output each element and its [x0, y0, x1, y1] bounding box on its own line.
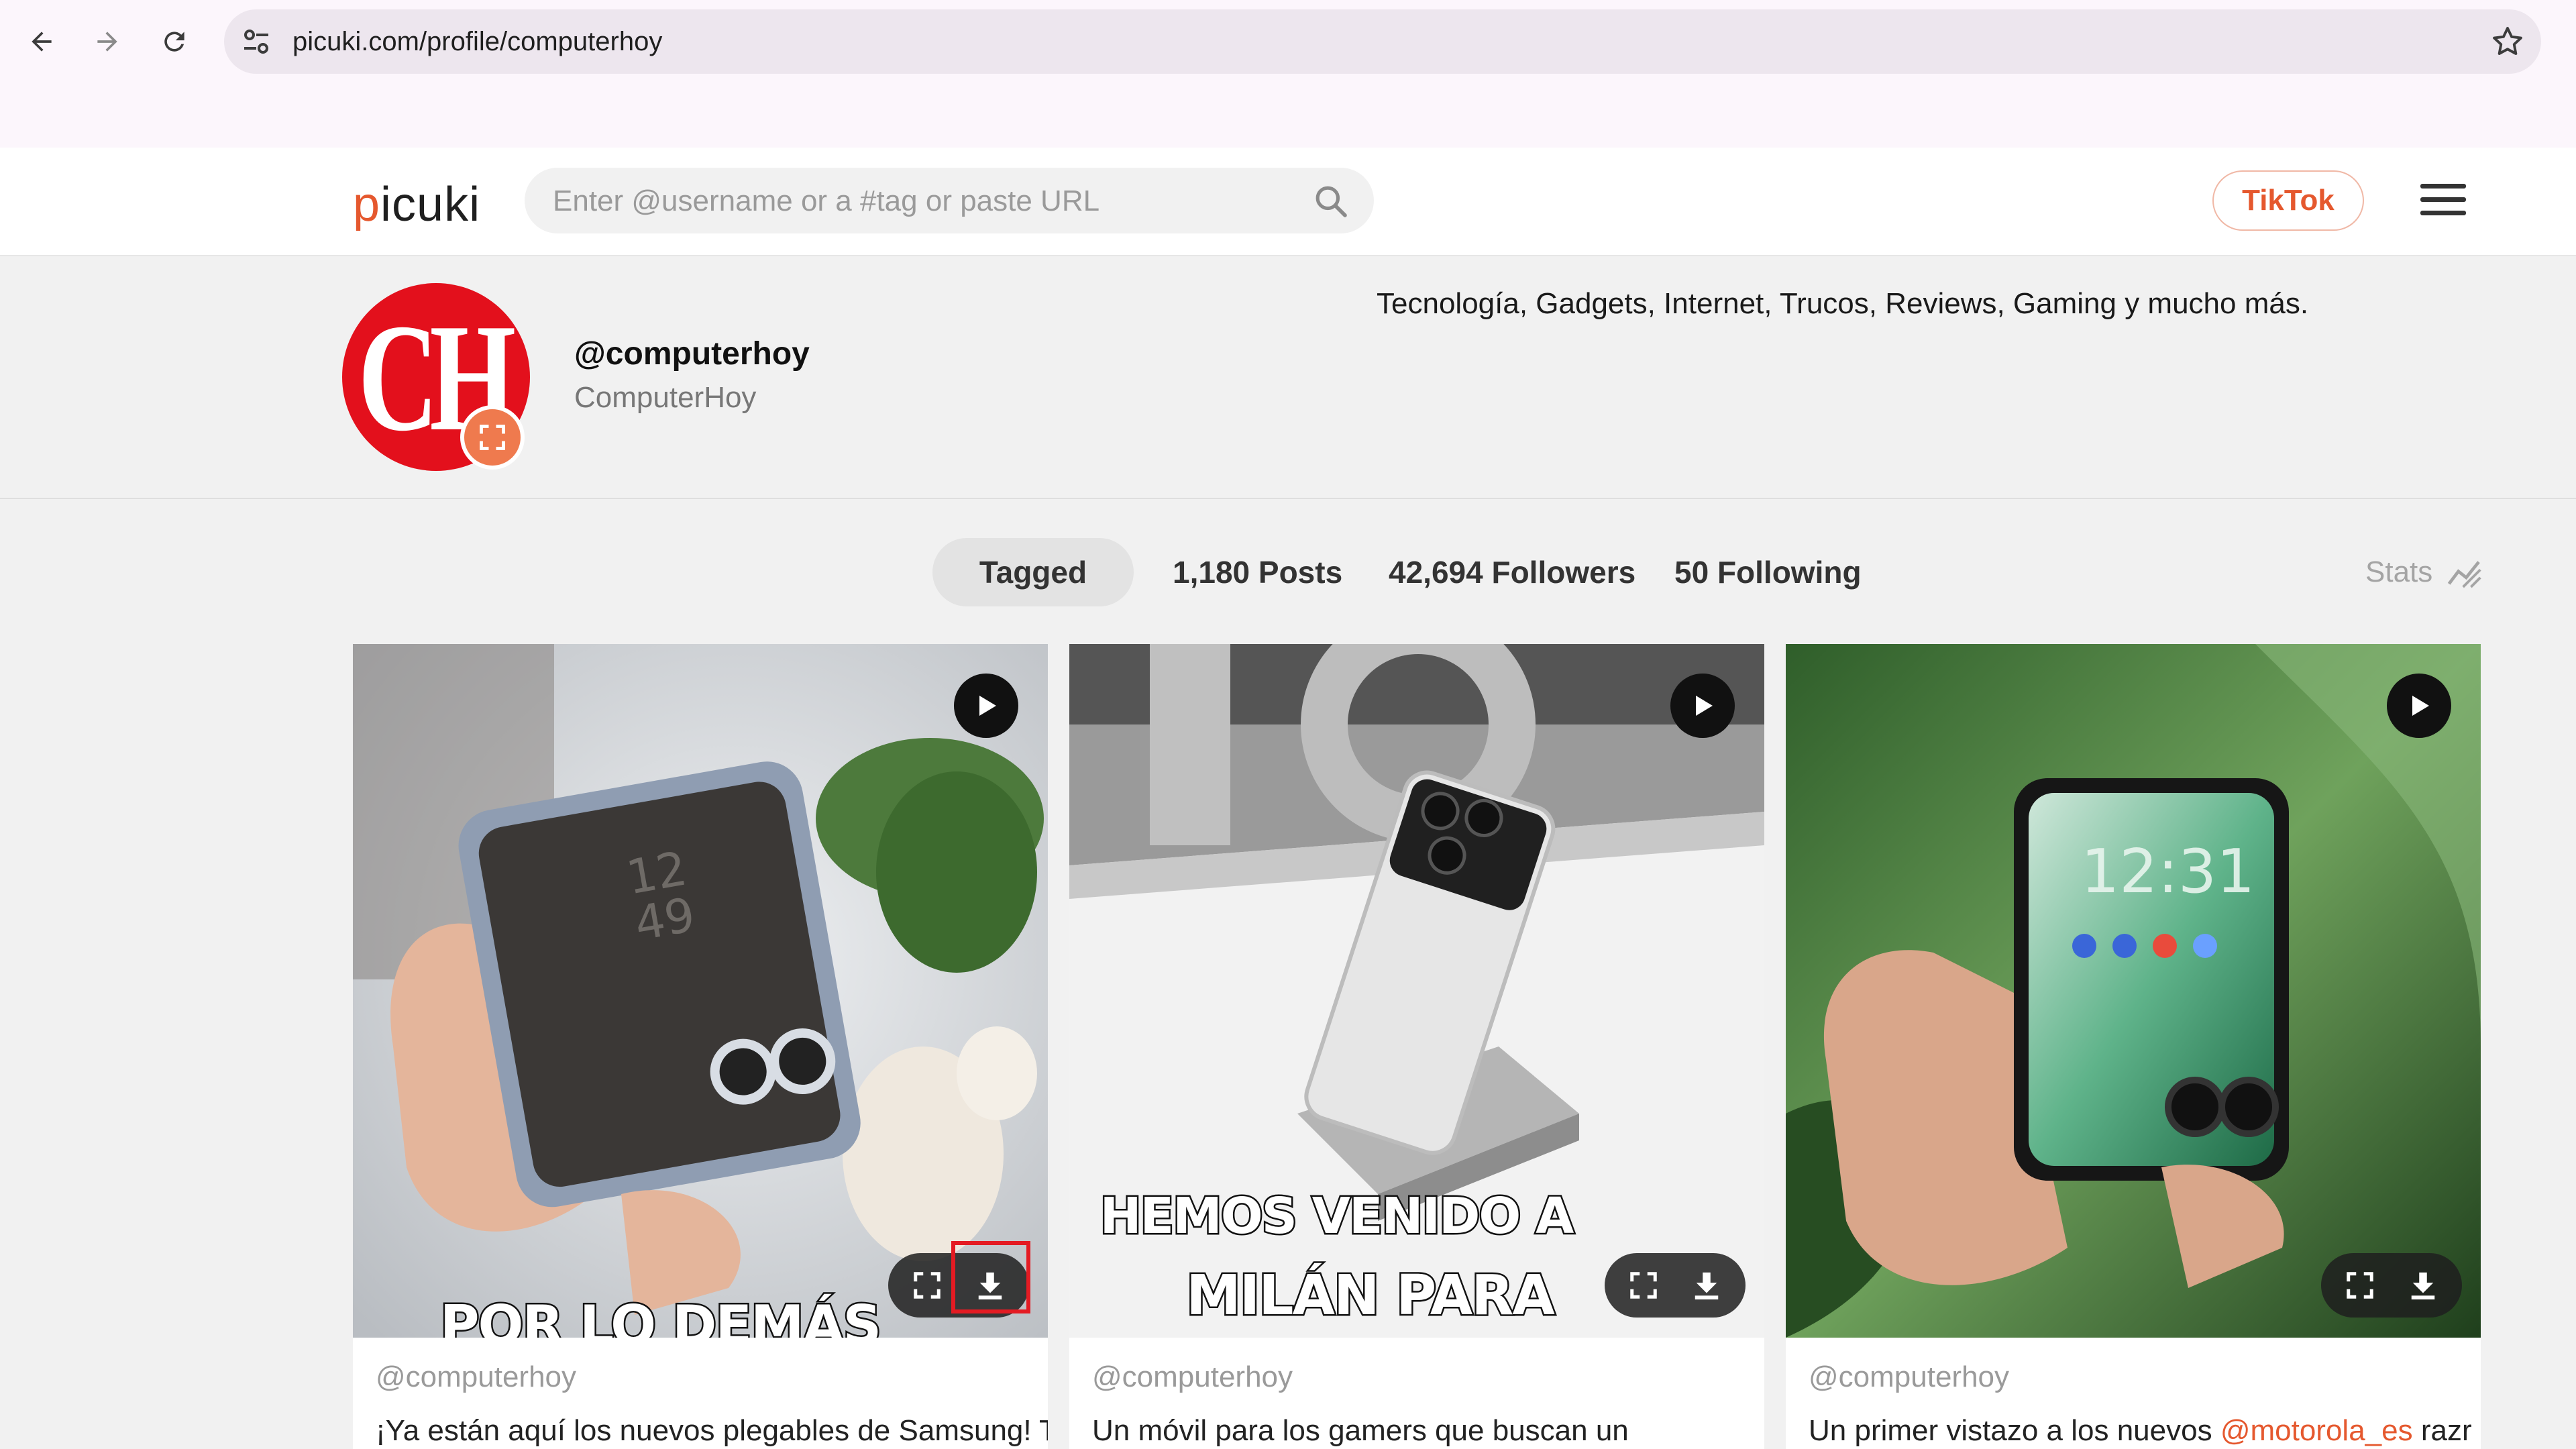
hamburger-menu-icon[interactable] [2420, 184, 2466, 219]
tiktok-button[interactable]: TikTok [2212, 170, 2364, 231]
reload-button[interactable] [153, 20, 196, 63]
followers-count[interactable]: 42,694 Followers [1389, 538, 1635, 606]
stats-link[interactable]: Stats [2365, 538, 2432, 606]
post-card[interactable]: 12:31 @computerhoy Un primer vistazo a l… [1786, 644, 2481, 1449]
post-description: Un móvil para los gamers que buscan un [1092, 1414, 1629, 1447]
post-caption-overlay-line-1: HEMOS VENIDO A [1098, 1186, 1576, 1247]
svg-text:49: 49 [631, 887, 699, 951]
post-author[interactable]: @computerhoy [1809, 1360, 2009, 1394]
fullscreen-icon [2347, 1272, 2373, 1299]
logo-letter-p: p [353, 178, 381, 231]
avatar-expand-button[interactable] [460, 405, 525, 470]
post-thumbnail[interactable]: 12:31 [1786, 644, 2481, 1338]
fullscreen-icon [1630, 1272, 1657, 1299]
expand-icon [480, 425, 505, 450]
back-button[interactable] [20, 20, 63, 63]
stats-chart-icon[interactable] [2446, 554, 2483, 592]
profile-name: ComputerHoy [574, 381, 757, 414]
tab-tagged[interactable]: Tagged [932, 538, 1134, 606]
post-card[interactable]: 12 49 POR LO DEMÁS @computerhoy ¡Ya está… [353, 644, 1048, 1449]
post-description-end: razr [2412, 1414, 2472, 1447]
search-input[interactable] [551, 168, 1279, 235]
profile-section: CH @computerhoy ComputerHoy Tecnología, … [0, 256, 2576, 499]
url-text[interactable]: picuki.com/profile/computerhoy [292, 9, 662, 74]
download-icon [2411, 1272, 2435, 1300]
post-author[interactable]: @computerhoy [1092, 1360, 1293, 1394]
play-button[interactable] [954, 674, 1018, 738]
download-icon [978, 1272, 1002, 1300]
fullscreen-button[interactable] [2326, 1253, 2394, 1318]
download-button[interactable] [2390, 1253, 2457, 1318]
post-actions [2321, 1253, 2462, 1318]
post-actions [1605, 1253, 1746, 1318]
fullscreen-button[interactable] [1610, 1253, 1677, 1318]
download-button[interactable] [951, 1241, 1030, 1318]
bookmark-star-icon[interactable] [2490, 24, 2525, 59]
logo-rest: icuki [380, 178, 481, 231]
post-image-flip-phone: 12 49 [353, 644, 1048, 1338]
mention-link[interactable]: @motorola_es [2220, 1414, 2413, 1447]
post-actions [888, 1241, 1030, 1318]
post-image-motorola-flip: 12:31 [1786, 644, 2481, 1338]
post-description: Un primer vistazo a los nuevos @motorola… [1809, 1414, 2472, 1448]
search-icon[interactable] [1312, 182, 1350, 220]
play-icon [2412, 696, 2429, 716]
download-icon [1695, 1272, 1719, 1300]
browser-chrome: picuki.com/profile/computerhoy [0, 0, 2576, 148]
post-card[interactable]: HEMOS VENIDO A MILÁN PARA @computerhoy U… [1069, 644, 1764, 1449]
forward-icon [97, 32, 117, 52]
address-bar[interactable]: picuki.com/profile/computerhoy [224, 9, 2541, 74]
reload-icon [164, 32, 184, 52]
profile-handle: @computerhoy [574, 336, 810, 372]
download-button[interactable] [1673, 1253, 1740, 1318]
site-info-icon[interactable] [240, 25, 272, 58]
play-button[interactable] [2387, 674, 2451, 738]
fullscreen-button[interactable] [894, 1253, 961, 1318]
fullscreen-icon [914, 1272, 941, 1299]
play-icon [979, 696, 996, 716]
svg-text:12:31: 12:31 [2081, 837, 2255, 907]
picuki-logo[interactable]: picuki [353, 177, 480, 232]
play-icon [1696, 696, 1713, 716]
post-description-start: Un primer vistazo a los nuevos [1809, 1414, 2220, 1447]
back-icon [32, 32, 52, 52]
post-description: ¡Ya están aquí los nuevos plegables de S… [376, 1414, 1048, 1447]
post-thumbnail[interactable]: HEMOS VENIDO A MILÁN PARA [1069, 644, 1764, 1338]
post-thumbnail[interactable]: 12 49 POR LO DEMÁS [353, 644, 1048, 1338]
following-count[interactable]: 50 Following [1674, 538, 1862, 606]
posts-count: 1,180 Posts [1173, 555, 1343, 590]
play-button[interactable] [1670, 674, 1735, 738]
post-author[interactable]: @computerhoy [376, 1360, 576, 1394]
profile-bio: Tecnología, Gadgets, Internet, Trucos, R… [1377, 287, 2309, 320]
search-box [525, 168, 1374, 235]
site-header: picuki TikTok [0, 148, 2576, 256]
forward-button[interactable] [86, 20, 129, 63]
